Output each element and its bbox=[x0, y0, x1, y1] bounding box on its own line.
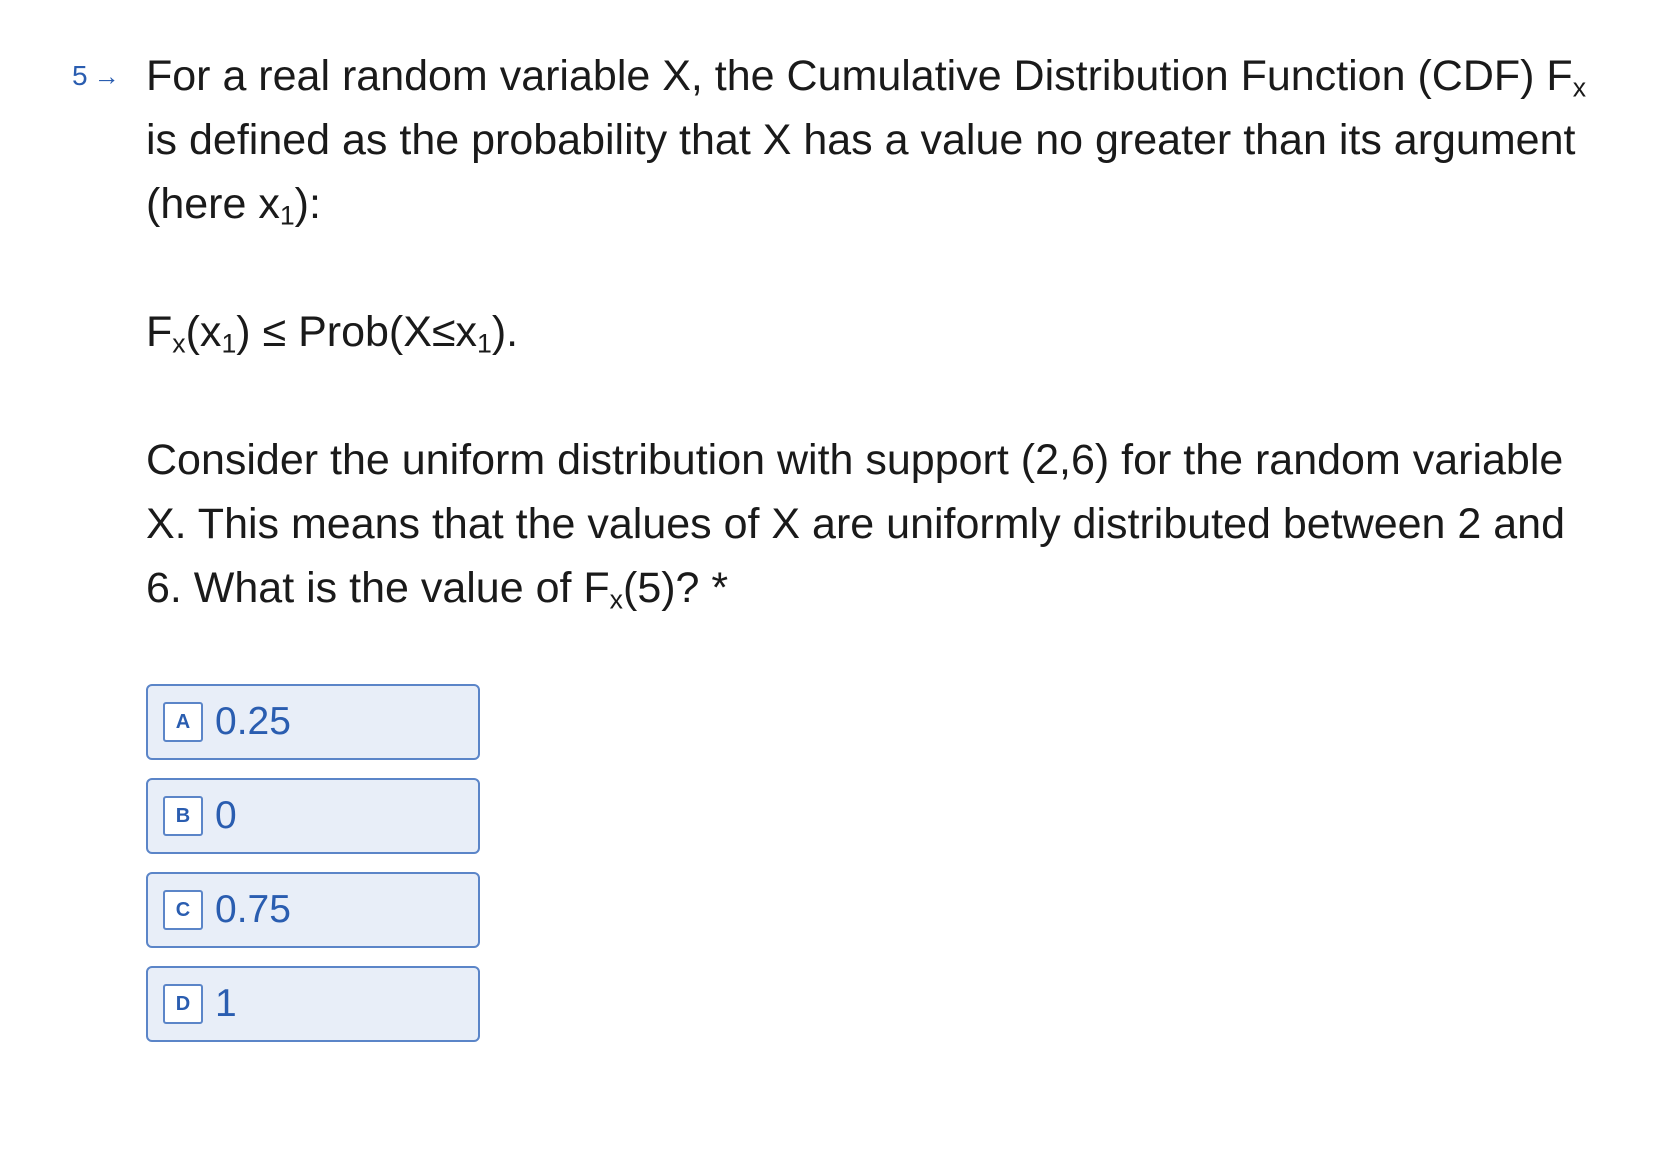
choice-key-d: D bbox=[163, 984, 203, 1024]
choice-c[interactable]: C 0.75 bbox=[146, 872, 480, 948]
arrow-right-icon: → bbox=[93, 61, 120, 91]
intro-text-3: ): bbox=[294, 180, 321, 228]
choice-b[interactable]: B 0 bbox=[146, 778, 480, 854]
formula-subscript-1a: 1 bbox=[221, 328, 237, 359]
question-body: Consider the uniform distribution with s… bbox=[146, 428, 1586, 620]
choice-label-a: 0.25 bbox=[215, 700, 291, 743]
choice-key-b: B bbox=[163, 796, 203, 836]
intro-subscript-x: x bbox=[1572, 72, 1587, 103]
formula-open: (x bbox=[185, 308, 222, 356]
intro-text-2: is defined as the probability that X has… bbox=[146, 116, 1576, 228]
intro-text-1: For a real random variable X, the Cumula… bbox=[146, 52, 1573, 100]
question-intro: For a real random variable X, the Cumula… bbox=[146, 44, 1586, 236]
formula-end: ). bbox=[491, 308, 519, 356]
choice-key-c: C bbox=[163, 890, 203, 930]
body-text-1: Consider the uniform distribution with s… bbox=[146, 436, 1565, 612]
question-number-label: 5 bbox=[72, 60, 88, 91]
choice-label-d: 1 bbox=[215, 982, 237, 1025]
choice-d[interactable]: D 1 bbox=[146, 966, 480, 1042]
formula-f: F bbox=[146, 308, 173, 356]
choice-key-a: A bbox=[163, 702, 203, 742]
choice-label-b: 0 bbox=[215, 794, 237, 837]
intro-subscript-1: 1 bbox=[279, 200, 295, 231]
question-number: 5 → bbox=[72, 60, 120, 92]
choice-label-c: 0.75 bbox=[215, 888, 291, 931]
formula-subscript-1b: 1 bbox=[477, 328, 492, 359]
formula-mid: ) ≤ Prob(X≤x bbox=[236, 308, 478, 356]
formula-subscript-x: x bbox=[172, 328, 186, 359]
answer-choices: A 0.25 B 0 C 0.75 D 1 bbox=[146, 684, 480, 1042]
body-text-2: (5)? * bbox=[623, 564, 729, 612]
choice-a[interactable]: A 0.25 bbox=[146, 684, 480, 760]
cdf-formula: Fx(x1) ≤ Prob(X≤x1). bbox=[146, 300, 1586, 364]
question-text: For a real random variable X, the Cumula… bbox=[146, 44, 1586, 620]
body-subscript-x: x bbox=[609, 584, 623, 615]
